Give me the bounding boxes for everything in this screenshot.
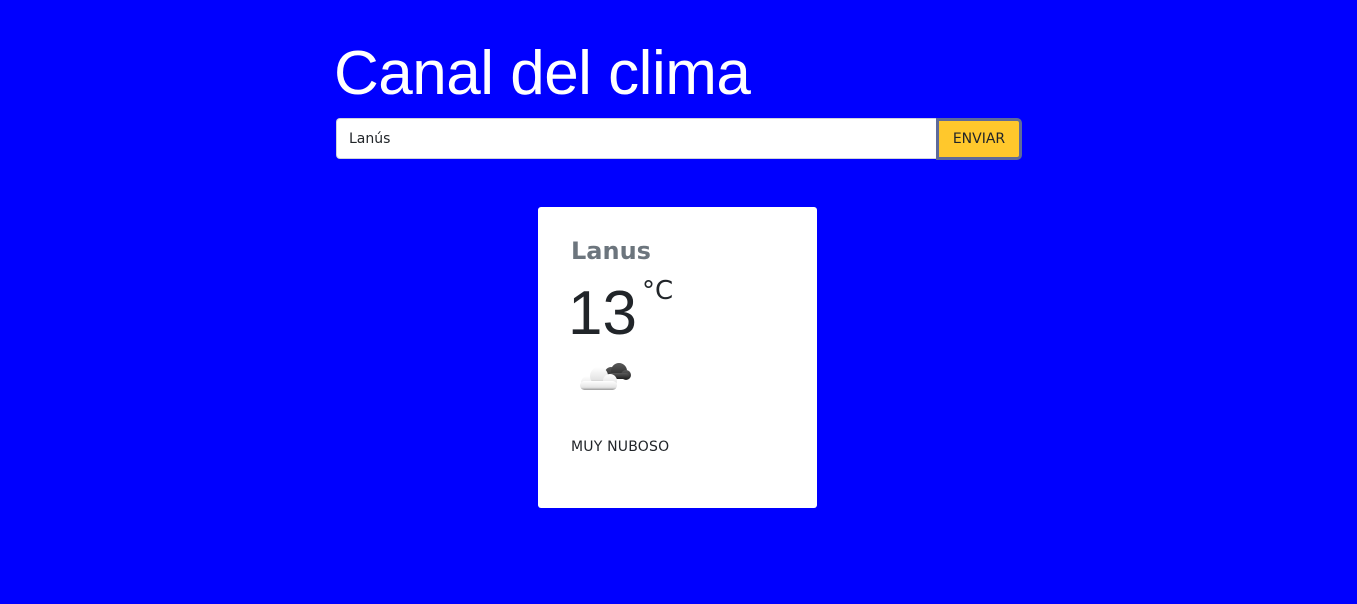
search-form: ENVIAR: [336, 118, 1022, 160]
weather-card: Lanus 13 °C MUY NUBOSO: [538, 207, 817, 508]
weather-description: MUY NUBOSO: [571, 439, 670, 455]
page: Canal del clima ENVIAR Lanus 13 °C: [0, 0, 1357, 604]
page-title: Canal del clima: [334, 39, 751, 108]
city-name: Lanus: [571, 237, 651, 265]
city-search-input[interactable]: [336, 118, 936, 159]
temperature-value: 13: [568, 279, 637, 348]
cloud-icon: [575, 359, 631, 395]
temperature-unit: °C: [642, 276, 674, 306]
send-button[interactable]: ENVIAR: [936, 118, 1022, 160]
